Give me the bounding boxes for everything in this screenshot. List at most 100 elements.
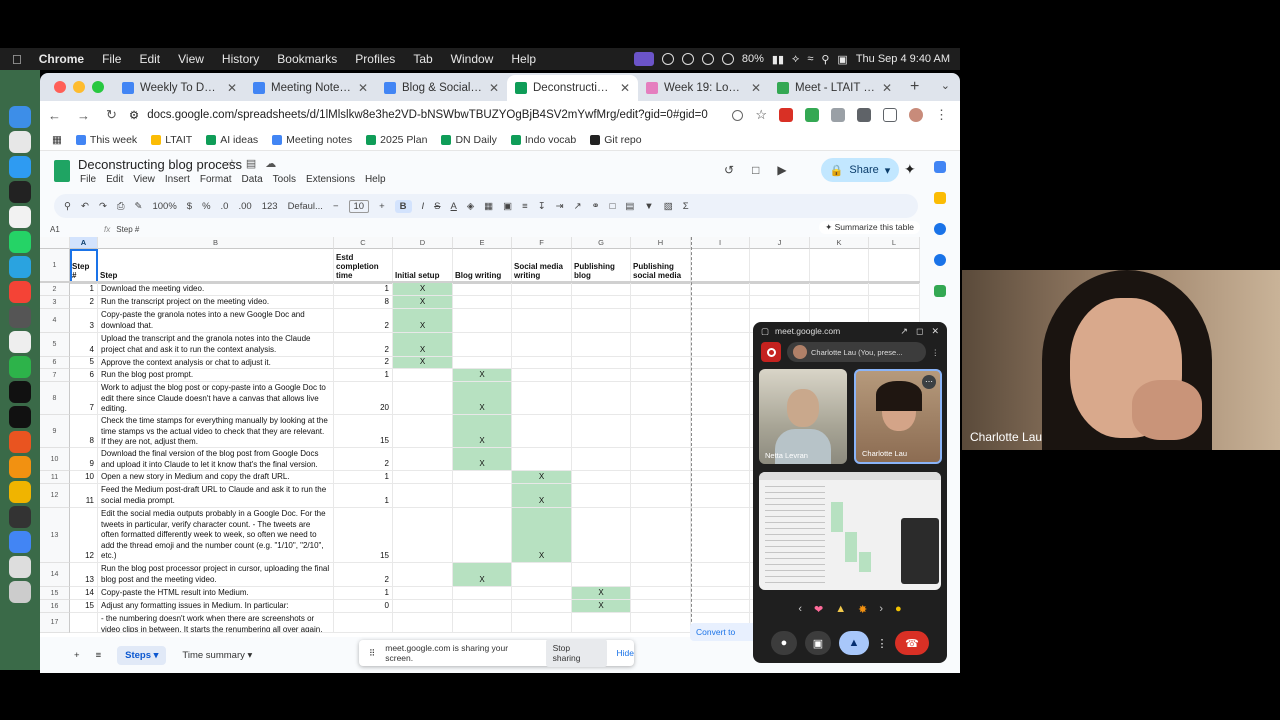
gemini-icon[interactable]: ✦ bbox=[904, 161, 916, 178]
redo-icon[interactable]: ↷ bbox=[99, 201, 107, 212]
empty-cell[interactable] bbox=[691, 484, 750, 508]
profile-avatar[interactable] bbox=[909, 108, 923, 122]
vlc-icon[interactable] bbox=[9, 456, 31, 478]
phase-marker-cell[interactable]: X bbox=[453, 369, 512, 382]
phase-marker-cell[interactable]: X bbox=[393, 296, 453, 309]
empty-cell[interactable] bbox=[810, 296, 869, 309]
empty-cell[interactable] bbox=[631, 333, 691, 357]
empty-cell[interactable] bbox=[810, 283, 869, 296]
menu-help[interactable]: Help bbox=[365, 174, 386, 185]
empty-cell[interactable] bbox=[750, 249, 810, 283]
browser-tab[interactable]: Week 19: Logo Animat ✕ bbox=[638, 75, 769, 101]
empty-cell[interactable] bbox=[691, 587, 750, 600]
phase-marker-cell[interactable]: X bbox=[572, 600, 631, 613]
step-description-cell[interactable]: Download the meeting video. bbox=[98, 283, 334, 296]
end-call-icon[interactable]: ☎ bbox=[895, 631, 929, 655]
step-number-cell[interactable]: 14 bbox=[70, 587, 98, 600]
browser-tab[interactable]: Meet - LTAIT - Neta ✕ bbox=[769, 75, 900, 101]
phase-marker-cell[interactable]: X bbox=[512, 508, 572, 563]
step-description-cell[interactable]: Copy-paste the HTML result into Medium. bbox=[98, 587, 334, 600]
empty-cell[interactable] bbox=[572, 357, 631, 369]
empty-cell[interactable] bbox=[512, 283, 572, 296]
font-select[interactable]: Defaul... bbox=[288, 201, 323, 212]
empty-cell[interactable] bbox=[631, 382, 691, 415]
browser-tab[interactable]: Blog & Social Process ✕ bbox=[376, 75, 507, 101]
empty-cell[interactable] bbox=[631, 296, 691, 309]
calendar-sidebar-icon[interactable] bbox=[934, 161, 946, 173]
empty-cell[interactable] bbox=[453, 600, 512, 613]
empty-cell[interactable] bbox=[572, 333, 631, 357]
column-header[interactable]: L bbox=[869, 237, 920, 249]
empty-cell[interactable] bbox=[512, 600, 572, 613]
font-size-input[interactable]: 10 bbox=[348, 199, 370, 213]
chart-icon[interactable]: ▤ bbox=[625, 201, 634, 212]
step-number-cell[interactable]: 15 bbox=[70, 600, 98, 613]
bold-button[interactable]: B bbox=[394, 199, 412, 213]
row-header[interactable]: 3 bbox=[40, 296, 70, 309]
emoji-icon[interactable]: ● bbox=[895, 603, 902, 615]
column-header[interactable]: D bbox=[393, 237, 453, 249]
column-header[interactable]: A bbox=[70, 237, 98, 249]
claude-icon[interactable] bbox=[9, 431, 31, 453]
menubar-view[interactable]: View bbox=[169, 52, 213, 66]
empty-cell[interactable] bbox=[691, 309, 750, 333]
bookmark-item[interactable]: Indo vocab bbox=[510, 134, 576, 146]
estimated-time-cell[interactable]: 2 bbox=[334, 309, 393, 333]
close-tab-icon[interactable]: ✕ bbox=[358, 81, 368, 95]
align-icon[interactable]: ≡ bbox=[522, 201, 528, 212]
play-icon[interactable] bbox=[721, 53, 734, 65]
empty-cell[interactable] bbox=[393, 508, 453, 563]
stop-sharing-button[interactable]: Stop sharing bbox=[545, 639, 607, 667]
bookmark-item[interactable]: Git repo bbox=[590, 134, 642, 146]
menu-view[interactable]: View bbox=[133, 174, 155, 185]
empty-cell[interactable] bbox=[453, 587, 512, 600]
comment-icon[interactable]: □ bbox=[610, 201, 616, 212]
step-description-cell[interactable]: Approve the context analysis or chat to … bbox=[98, 357, 334, 369]
empty-cell[interactable] bbox=[512, 613, 572, 633]
info-icon[interactable] bbox=[661, 53, 674, 65]
menu-extensions[interactable]: Extensions bbox=[306, 174, 355, 185]
apps-grid-icon[interactable]: ▦ bbox=[52, 134, 62, 146]
step-description-cell[interactable]: Check the time stamps for everything man… bbox=[98, 415, 334, 448]
step-description-cell[interactable]: Copy-paste the granola notes into a new … bbox=[98, 309, 334, 333]
back-icon[interactable]: ← bbox=[40, 108, 69, 123]
close-tab-icon[interactable]: ✕ bbox=[489, 81, 499, 95]
empty-cell[interactable] bbox=[453, 613, 512, 633]
tab-search-icon[interactable]: ⌄ bbox=[941, 79, 950, 92]
rotate-icon[interactable]: ↗ bbox=[574, 201, 582, 212]
preview-icon[interactable] bbox=[9, 331, 31, 353]
menu-file[interactable]: File bbox=[80, 174, 96, 185]
summarize-table-button[interactable]: ✦ Summarize this table bbox=[819, 221, 920, 234]
heart-reaction-icon[interactable]: ❤ bbox=[814, 603, 823, 616]
url-text[interactable]: docs.google.com/spreadsheets/d/1lMlslkw8… bbox=[147, 109, 708, 121]
empty-cell[interactable] bbox=[393, 613, 453, 633]
battery-percent[interactable]: 80% bbox=[742, 53, 764, 65]
header-cell-f[interactable]: Social media writing bbox=[512, 249, 572, 283]
menubar-app-name[interactable]: Chrome bbox=[30, 52, 93, 66]
search-menus-icon[interactable]: ⚲ bbox=[64, 201, 71, 212]
browser-tab[interactable]: Meeting Notes - Netta ✕ bbox=[245, 75, 376, 101]
sheets-logo-icon[interactable] bbox=[54, 160, 70, 182]
row-header[interactable]: 9 bbox=[40, 415, 70, 448]
name-box[interactable]: A1 bbox=[40, 225, 90, 234]
step-description-cell[interactable]: Download the final version of the blog p… bbox=[98, 448, 334, 471]
row-header[interactable]: 1 bbox=[40, 249, 70, 283]
print-icon[interactable]: ⎙ bbox=[117, 201, 125, 212]
bookmark-star-icon[interactable]: ☆ bbox=[755, 107, 767, 123]
step-description-cell[interactable]: Run the blog post processor project in c… bbox=[98, 563, 334, 587]
step-description-cell[interactable]: Adjust any formatting issues in Medium. … bbox=[98, 600, 334, 613]
share-button[interactable]: 🔒 Share ▾ bbox=[821, 158, 899, 182]
row-header[interactable]: 2 bbox=[40, 283, 70, 296]
row-header[interactable]: 17 bbox=[40, 613, 70, 633]
empty-cell[interactable] bbox=[393, 369, 453, 382]
estimated-time-cell[interactable]: 0 bbox=[334, 600, 393, 613]
step-number-cell[interactable]: 1 bbox=[70, 283, 98, 296]
star-icon[interactable]: ☆ bbox=[227, 157, 237, 170]
empty-cell[interactable] bbox=[512, 382, 572, 415]
functions-icon[interactable]: Σ bbox=[683, 201, 689, 212]
chrome-icon[interactable] bbox=[9, 131, 31, 153]
step-number-cell[interactable]: 12 bbox=[70, 508, 98, 563]
empty-cell[interactable] bbox=[691, 333, 750, 357]
empty-cell[interactable] bbox=[393, 471, 453, 484]
estimated-time-cell[interactable]: 1 bbox=[334, 471, 393, 484]
